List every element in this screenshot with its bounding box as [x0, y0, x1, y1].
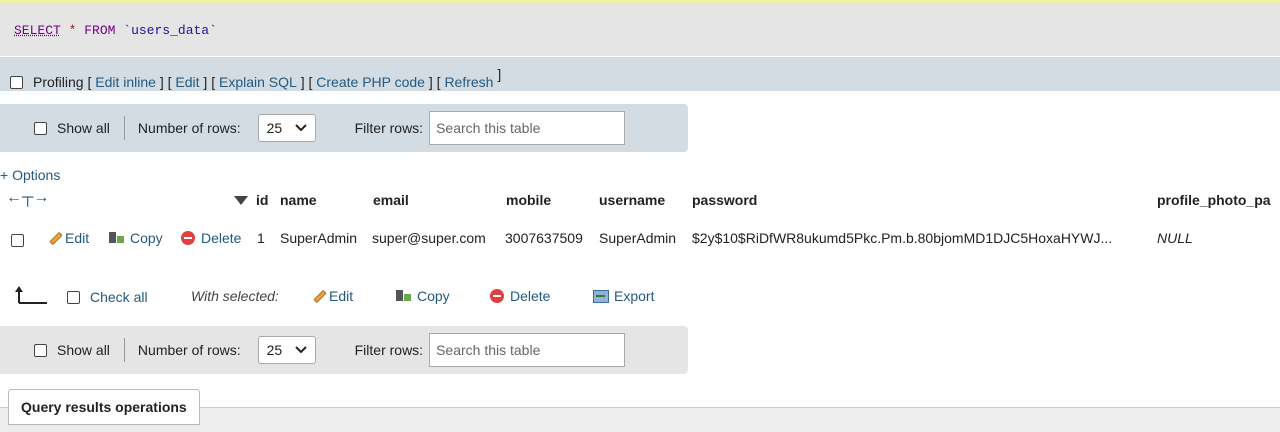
column-header-name[interactable]: name: [280, 192, 317, 208]
filter-rows-input[interactable]: [429, 111, 626, 145]
cell-profile-photo[interactable]: NULL: [1157, 230, 1193, 246]
sort-indicator-icon[interactable]: [234, 192, 248, 208]
table-row: Edit Copy Delete 1 SuperAdmin super@supe…: [0, 214, 1280, 262]
rows-label: Number of rows:: [137, 120, 241, 136]
show-all-checkbox[interactable]: [34, 343, 47, 357]
show-all-toggle[interactable]: Show all: [34, 342, 110, 358]
profiling-label: Profiling: [33, 74, 84, 90]
options-link[interactable]: + Options: [0, 167, 60, 183]
show-all-checkbox[interactable]: [34, 121, 47, 135]
results-table-header: ←┬→ id name email mobile username passwo…: [0, 187, 1280, 214]
bulk-export-button[interactable]: Export: [593, 288, 654, 304]
row-checkbox[interactable]: [11, 231, 24, 247]
delete-icon: [490, 289, 504, 303]
sql-star: *: [68, 23, 77, 38]
column-header-username[interactable]: username: [599, 192, 665, 208]
column-header-password[interactable]: password: [692, 192, 757, 208]
cell-id[interactable]: 1: [257, 230, 265, 246]
rows-select[interactable]: 25: [257, 114, 316, 142]
row-delete-label: Delete: [201, 230, 242, 246]
options-toggle[interactable]: + Options: [0, 167, 60, 183]
divider: [123, 338, 125, 362]
query-results-operations-label: Query results operations: [21, 399, 187, 415]
bulk-copy-button[interactable]: Copy: [396, 288, 450, 304]
navigation-bar-top: Show all Number of rows: 25 Filter rows:: [0, 104, 688, 152]
copy-icon: [109, 231, 124, 245]
sql-table-name: `users_data`: [123, 23, 217, 38]
arrow-up-left-icon: [15, 286, 47, 304]
cell-mobile[interactable]: 3007637509: [505, 230, 583, 246]
check-all-checkbox[interactable]: [67, 290, 80, 304]
delete-icon: [181, 231, 195, 245]
profiling-checkbox[interactable]: [10, 75, 23, 89]
bulk-delete-button[interactable]: Delete: [490, 288, 550, 304]
export-icon: [593, 289, 609, 303]
profiling-bar: Profiling [ Edit inline ] [ Edit ] [ Exp…: [0, 57, 1280, 91]
rows-label: Number of rows:: [137, 342, 241, 358]
filter-rows-input[interactable]: [429, 333, 626, 367]
with-selected-label: With selected:: [191, 288, 279, 304]
bulk-export-label: Export: [614, 288, 655, 304]
row-copy-label: Copy: [130, 230, 163, 246]
copy-icon: [396, 289, 411, 303]
column-header-id[interactable]: id: [256, 192, 268, 208]
bulk-copy-label: Copy: [417, 288, 450, 304]
query-results-operations-tab[interactable]: Query results operations: [8, 389, 200, 425]
chevron-down-icon: [294, 124, 307, 132]
divider: [123, 116, 125, 140]
cell-email[interactable]: super@super.com: [372, 230, 486, 246]
sql-from-keyword: FROM: [84, 23, 116, 38]
bulk-edit-button[interactable]: Edit: [311, 288, 353, 304]
filter-rows-label: Filter rows:: [354, 120, 424, 136]
check-all-label[interactable]: Check all: [90, 289, 148, 305]
pencil-icon: [47, 231, 61, 245]
rows-select-value: 25: [266, 342, 283, 358]
cell-password[interactable]: $2y$10$RiDfWR8ukumd5Pkc.Pm.b.80bjomMD1DJ…: [692, 230, 1112, 246]
show-all-label: Show all: [57, 120, 110, 136]
column-header-mobile[interactable]: mobile: [506, 192, 551, 208]
rows-select-value: 25: [266, 120, 283, 136]
navigation-bar-bottom: Show all Number of rows: 25 Filter rows:: [0, 326, 688, 374]
column-move-arrows-icon[interactable]: ←┬→: [6, 189, 49, 207]
pencil-icon: [311, 289, 325, 303]
sql-query: SELECT * FROM `users_data`: [14, 23, 217, 38]
create-php-code-link[interactable]: Create PHP code: [316, 74, 425, 90]
bulk-actions-bar: Check all With selected: Edit Copy Delet…: [0, 283, 700, 309]
edit-inline-link[interactable]: Edit inline: [95, 74, 156, 90]
column-header-email[interactable]: email: [373, 192, 409, 208]
edit-query-link[interactable]: Edit: [175, 74, 199, 90]
sql-select-keyword[interactable]: SELECT: [14, 23, 61, 38]
chevron-down-icon: [294, 346, 307, 354]
explain-sql-link[interactable]: Explain SQL: [219, 74, 297, 90]
show-all-label: Show all: [57, 342, 110, 358]
cell-name[interactable]: SuperAdmin: [280, 230, 357, 246]
refresh-link[interactable]: Refresh: [444, 74, 493, 90]
bulk-delete-label: Delete: [510, 288, 551, 304]
show-all-toggle[interactable]: Show all: [34, 120, 110, 136]
bulk-edit-label: Edit: [329, 288, 354, 304]
row-edit-label: Edit: [65, 230, 90, 246]
row-delete-button[interactable]: Delete: [181, 230, 241, 246]
row-copy-button[interactable]: Copy: [109, 230, 163, 246]
column-header-profile-photo[interactable]: profile_photo_pa: [1157, 192, 1271, 208]
sql-query-box: SELECT * FROM `users_data`: [0, 3, 1280, 56]
check-all-toggle[interactable]: Check all: [67, 289, 148, 305]
filter-rows-label: Filter rows:: [354, 342, 424, 358]
row-edit-button[interactable]: Edit: [47, 230, 89, 246]
rows-select[interactable]: 25: [257, 336, 316, 364]
cell-username[interactable]: SuperAdmin: [599, 230, 676, 246]
